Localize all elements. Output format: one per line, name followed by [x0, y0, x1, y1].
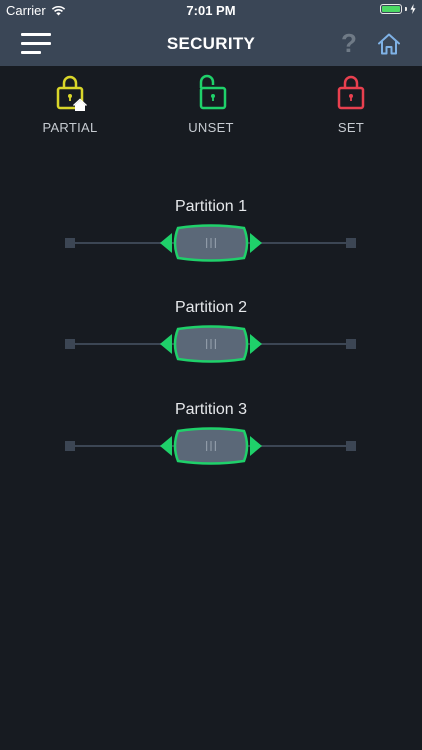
- help-button[interactable]: ?: [339, 28, 359, 58]
- security-screen: Carrier 7:01 PM SECURITY ? PARTIAL UNSET…: [0, 0, 422, 750]
- slider-left-endpoint: [65, 441, 75, 451]
- partition-slider-knob[interactable]: [160, 427, 262, 465]
- slider-left-endpoint: [65, 238, 75, 248]
- partial-mode-label: PARTIAL: [42, 120, 98, 135]
- battery-cap: [405, 7, 407, 11]
- partition-2: Partition 2: [0, 299, 422, 369]
- partition-1: Partition 1: [0, 198, 422, 268]
- partial-lock-icon: [56, 75, 88, 111]
- partition-title: Partition 3: [174, 401, 248, 418]
- question-icon: ?: [341, 28, 357, 58]
- unlocked-icon: [199, 74, 227, 110]
- partition-title: Partition 1: [174, 198, 248, 215]
- charging-bolt-icon: [410, 4, 416, 14]
- set-mode-label: SET: [337, 120, 365, 135]
- home-button[interactable]: [376, 31, 402, 57]
- partition-title: Partition 2: [174, 299, 248, 316]
- slider-right-arrow-icon: [250, 334, 262, 354]
- set-mode-button[interactable]: SET: [306, 74, 396, 135]
- status-right: [380, 4, 416, 14]
- locked-icon: [337, 75, 365, 110]
- unset-mode-label: UNSET: [188, 120, 234, 135]
- partial-mode-button[interactable]: PARTIAL: [25, 74, 115, 135]
- slider-left-endpoint: [65, 339, 75, 349]
- slider-right-endpoint: [346, 339, 356, 349]
- slider-right-arrow-icon: [250, 436, 262, 456]
- slider-left-arrow-icon: [160, 334, 172, 354]
- status-bar: Carrier 7:01 PM: [0, 0, 422, 22]
- slider-right-arrow-icon: [250, 233, 262, 253]
- partition-slider-knob[interactable]: [160, 325, 262, 363]
- slider-left-arrow-icon: [160, 436, 172, 456]
- partition-slider-knob[interactable]: [160, 224, 262, 262]
- unset-mode-button[interactable]: UNSET: [166, 74, 256, 135]
- slider-right-endpoint: [346, 441, 356, 451]
- home-icon: [378, 33, 400, 55]
- status-time: 7:01 PM: [186, 3, 236, 18]
- slider-left-arrow-icon: [160, 233, 172, 253]
- battery-icon: [380, 4, 402, 14]
- partition-3: Partition 3: [0, 401, 422, 471]
- slider-right-endpoint: [346, 238, 356, 248]
- nav-bar: SECURITY ?: [0, 22, 422, 66]
- battery-fill: [382, 6, 400, 12]
